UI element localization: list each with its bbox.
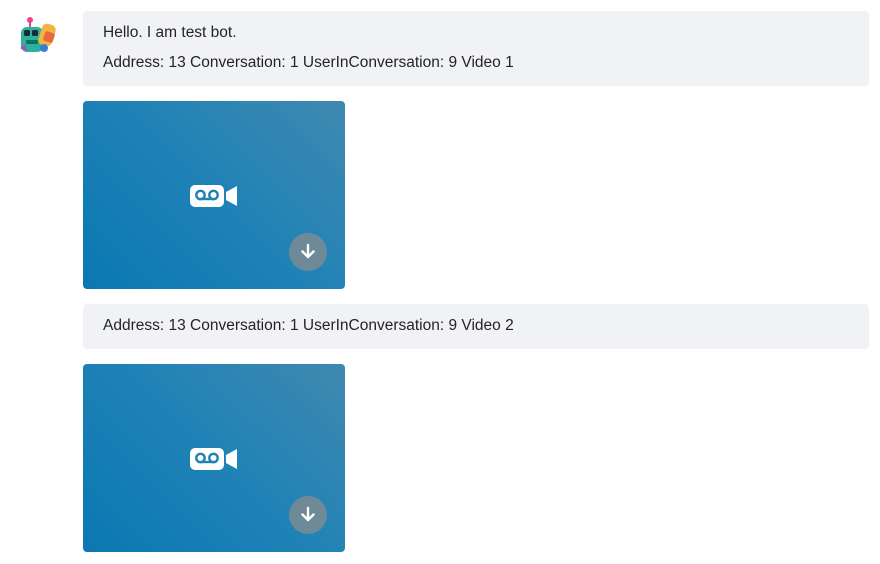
download-icon: [301, 506, 315, 522]
message-bubble: Hello. I am test bot. Address: 13 Conver…: [83, 11, 869, 86]
message-text: Hello. I am test bot.: [103, 24, 237, 41]
chat-transcript: Hello. I am test bot. Address: 13 Conver…: [0, 0, 880, 564]
download-button[interactable]: [289, 233, 327, 271]
video-recording-icon: [190, 185, 237, 207]
message-bubble: Address: 13 Conversation: 1 UserInConver…: [83, 304, 869, 349]
message-text: Address: 13 Conversation: 1 UserInConver…: [103, 54, 514, 71]
download-icon: [301, 243, 315, 259]
bot-avatar-icon: [20, 17, 56, 52]
video-attachment[interactable]: [83, 364, 345, 552]
download-button[interactable]: [289, 496, 327, 534]
message-text: Address: 13 Conversation: 1 UserInConver…: [103, 317, 514, 334]
video-recording-icon: [190, 448, 237, 470]
bot-avatar: [18, 14, 60, 56]
video-attachment[interactable]: [83, 101, 345, 289]
